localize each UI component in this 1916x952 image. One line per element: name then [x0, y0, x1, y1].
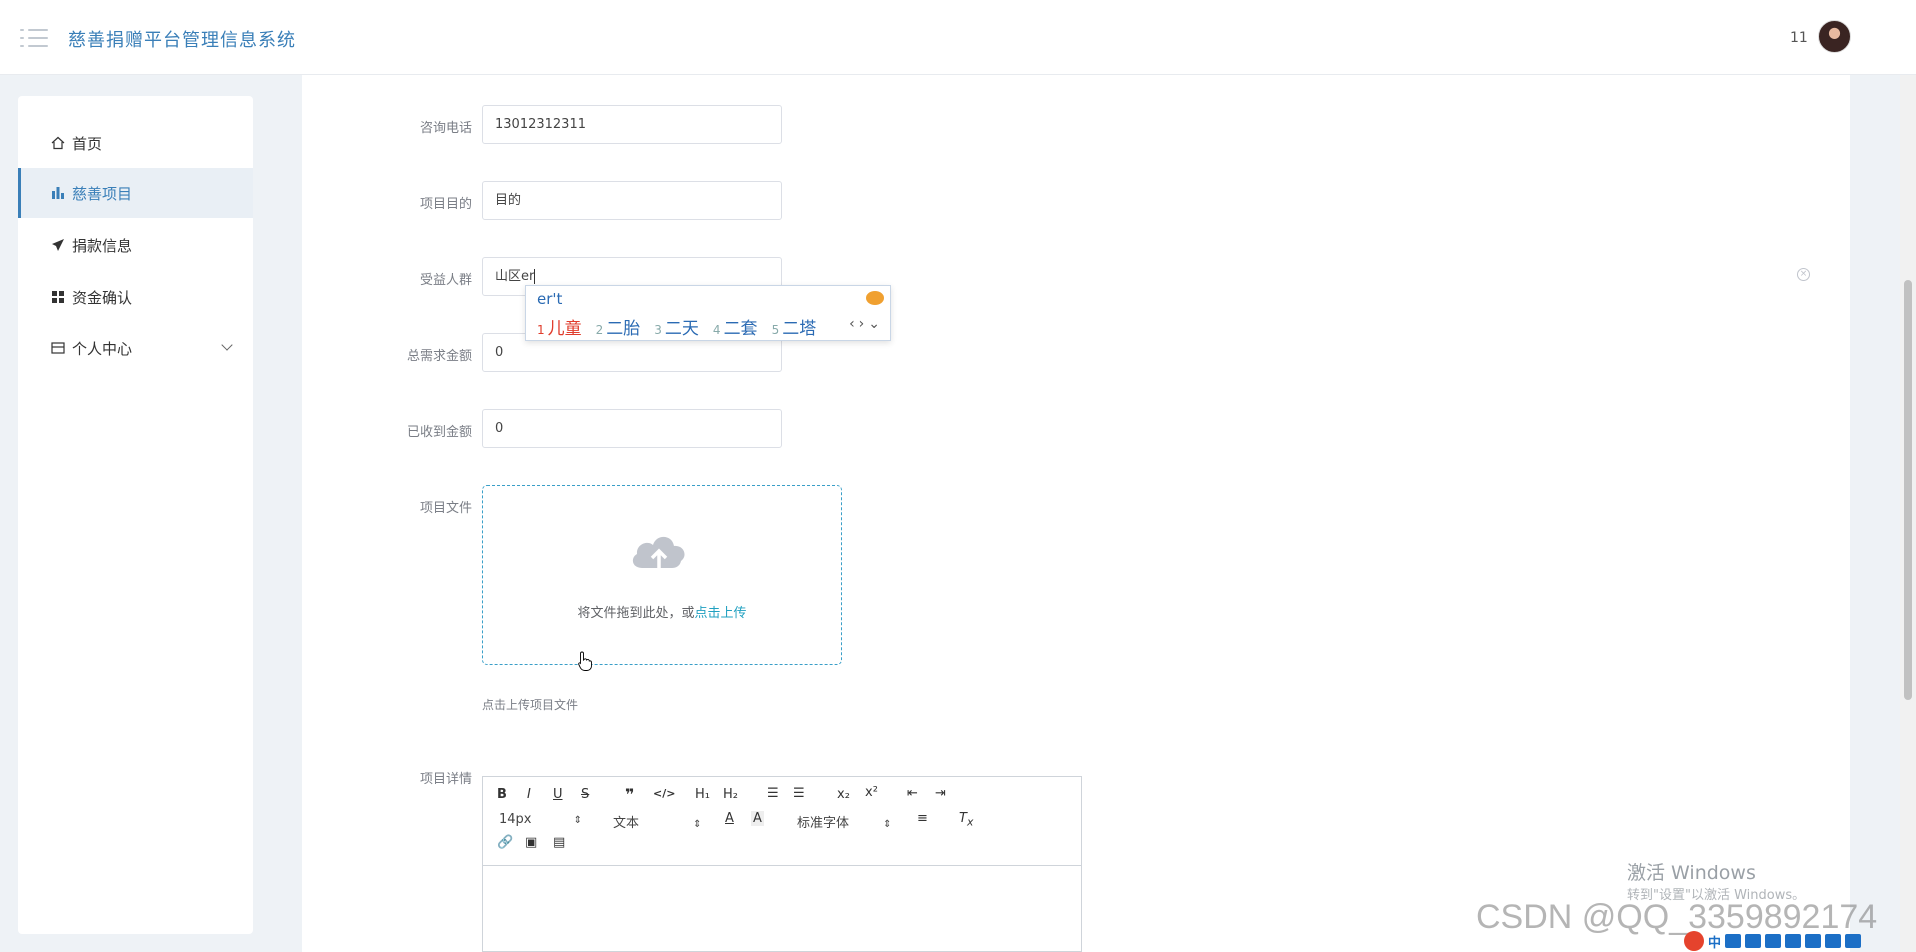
ime-candidates: 1 儿童 2 二胎 3 二天 4 二套 5 二塔	[537, 314, 816, 339]
beneficiary-label: 受益人群	[419, 273, 472, 288]
bar-chart-icon	[50, 185, 66, 201]
sidebar-item-donations[interactable]: 捐款信息	[18, 220, 253, 270]
upload-hint: 点击上传项目文件	[482, 698, 579, 712]
sidebar-item-label: 慈善项目	[72, 184, 133, 203]
purpose-label: 项目目的	[419, 197, 472, 212]
ime-candidate[interactable]: 2 二胎	[596, 314, 641, 339]
clear-format-icon[interactable]: Tx	[959, 811, 973, 829]
toolbox-icon[interactable]	[1805, 934, 1822, 948]
sidebar-item-charity-projects[interactable]: 慈善项目	[18, 168, 253, 218]
video-icon[interactable]: ▤	[553, 835, 565, 850]
ime-logo-icon	[866, 291, 884, 305]
font-size-select[interactable]: 14px ⇕	[499, 812, 582, 827]
app-title: 慈善捐赠平台管理信息系统	[68, 30, 296, 51]
sidebar: 首页 慈善项目 捐款信息 资金确认 个人中心	[18, 96, 253, 934]
italic-icon[interactable]: I	[527, 787, 531, 802]
punctuation-icon[interactable]	[1725, 934, 1742, 948]
ime-candidate[interactable]: 1 儿童	[537, 314, 582, 339]
game-icon[interactable]	[1825, 934, 1842, 948]
background-color-icon[interactable]: A	[751, 811, 764, 826]
system-tray: 中	[1684, 930, 1862, 952]
received-label: 已收到金额	[406, 425, 472, 440]
subscript-icon[interactable]: x₂	[837, 787, 850, 802]
sidebar-item-fund-confirm[interactable]: 资金确认	[18, 272, 253, 322]
superscript-icon[interactable]: x²	[865, 785, 878, 800]
strikethrough-icon[interactable]: S	[581, 787, 589, 802]
ime-candidate-popup: er't 1 儿童 2 二胎 3 二天 4 二套 5 二塔 ‹›⌄	[525, 285, 891, 341]
header-select[interactable]: 文本 ⇕	[613, 812, 702, 831]
settings-icon[interactable]	[1845, 934, 1862, 948]
upload-drop-text: 将文件拖到此处，或	[577, 606, 695, 621]
sidebar-item-label: 资金确认	[72, 288, 133, 307]
received-input[interactable]: 0	[482, 409, 782, 448]
ime-composition: er't	[537, 290, 563, 308]
sogou-ime-icon[interactable]	[1684, 931, 1704, 951]
close-icon[interactable]: ×	[1797, 268, 1810, 281]
rich-text-editor[interactable]: B I U S ❞ </> H₁ H₂ ☰ ☰ x₂ x² ⇤ ⇥ 14px ⇕…	[482, 776, 1082, 952]
link-icon[interactable]: 🔗	[497, 835, 513, 850]
bullet-list-icon[interactable]: ☰	[793, 786, 805, 801]
upload-cloud-icon	[632, 536, 685, 568]
font-family-select[interactable]: 标准字体 ⇕	[797, 812, 892, 831]
user-name[interactable]: 11	[1790, 30, 1808, 46]
wallet-icon	[50, 340, 66, 356]
top-bar: 慈善捐赠平台管理信息系统 11	[0, 0, 1916, 75]
phone-input[interactable]: 13012312311	[482, 105, 782, 144]
bold-icon[interactable]: B	[497, 787, 507, 802]
sidebar-item-label: 首页	[72, 134, 103, 153]
ime-language[interactable]: 中	[1708, 932, 1721, 951]
ime-page-nav-icon[interactable]: ‹›⌄	[849, 316, 884, 332]
sidebar-item-label: 捐款信息	[72, 236, 133, 255]
image-icon[interactable]: ▣	[525, 835, 537, 850]
skin-icon[interactable]	[1785, 934, 1802, 948]
indent-icon[interactable]: ⇥	[935, 786, 946, 801]
detail-label: 项目详情	[419, 772, 472, 787]
font-family-value: 标准字体	[797, 816, 850, 831]
align-icon[interactable]: ≡	[917, 811, 928, 826]
send-icon	[50, 237, 66, 253]
text-caret	[534, 269, 536, 284]
ordered-list-icon[interactable]: ☰	[767, 786, 779, 801]
keyboard-icon[interactable]	[1765, 934, 1782, 948]
beneficiary-value: 山区er	[495, 269, 535, 284]
ime-candidate[interactable]: 3 二天	[654, 314, 699, 339]
scroll-thumb[interactable]	[1904, 280, 1912, 700]
upload-text: 将文件拖到此处，或点击上传	[483, 602, 841, 621]
grid-icon	[50, 289, 66, 305]
scrollbar[interactable]	[1900, 75, 1916, 952]
phone-label: 咨询电话	[419, 121, 472, 136]
chevron-down-icon[interactable]	[221, 339, 233, 351]
avatar[interactable]	[1818, 20, 1851, 53]
editor-toolbar: B I U S ❞ </> H₁ H₂ ☰ ☰ x₂ x² ⇤ ⇥ 14px ⇕…	[483, 777, 1081, 866]
file-upload-dropzone[interactable]: 将文件拖到此处，或点击上传	[482, 485, 842, 665]
sidebar-item-personal-center[interactable]: 个人中心	[18, 323, 253, 373]
ime-candidate[interactable]: 5 二塔	[772, 314, 817, 339]
header-value: 文本	[613, 816, 640, 831]
font-size-value: 14px	[499, 812, 532, 827]
sidebar-item-home[interactable]: 首页	[18, 118, 253, 168]
total-need-label: 总需求金额	[406, 349, 472, 364]
sidebar-item-label: 个人中心	[72, 339, 133, 358]
ime-candidate[interactable]: 4 二套	[713, 314, 758, 339]
menu-toggle-icon[interactable]	[20, 27, 48, 49]
text-color-icon[interactable]: A	[725, 811, 734, 826]
purpose-input[interactable]: 目的	[482, 181, 782, 220]
file-label: 项目文件	[419, 501, 472, 516]
home-icon	[50, 135, 66, 151]
underline-icon[interactable]: U	[553, 787, 563, 802]
hand-cursor-icon	[578, 651, 592, 671]
upload-link[interactable]: 点击上传	[695, 606, 747, 621]
outdent-icon[interactable]: ⇤	[907, 786, 918, 801]
windows-activation-title: 激活 Windows	[1627, 862, 1756, 884]
h1-icon[interactable]: H₁	[695, 787, 710, 802]
blockquote-icon[interactable]: ❞	[625, 785, 634, 804]
h2-icon[interactable]: H₂	[723, 787, 738, 802]
code-icon[interactable]: </>	[653, 787, 675, 800]
microphone-icon[interactable]	[1745, 934, 1762, 948]
